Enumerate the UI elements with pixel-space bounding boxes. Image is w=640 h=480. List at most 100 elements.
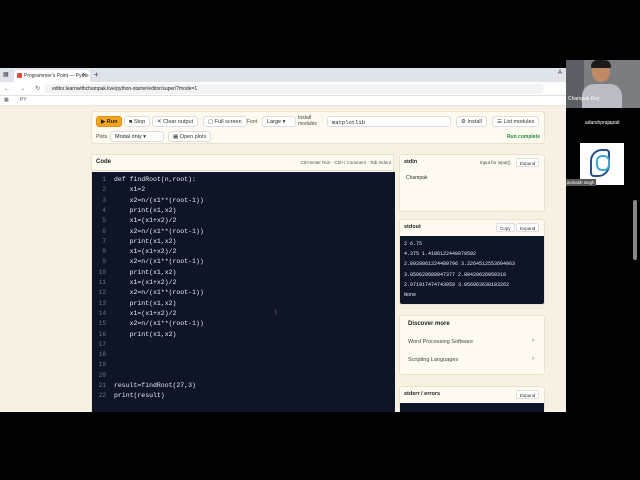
code-line[interactable]: x2=n/(x1**(root-1)) [114,320,204,327]
code-editor[interactable]: 1 def findRoot(n,root): 2 x1=2 3 x2=n/(x1**… [92,172,395,412]
close-icon[interactable]: ✕ [82,72,87,79]
discover-title: Discover more [408,321,450,327]
code-panel-header: Code Ctrl+Enter Run · Ctrl+/ Comment · T… [92,155,395,171]
stdout-line: 2.8928061224489796 3.2264512553604963 [404,261,516,268]
stderr-panel: stderr / errors Expand [399,386,545,412]
stdin-input[interactable]: Champak [402,171,542,201]
presenter-hair [591,60,611,68]
list-modules-button[interactable]: ☰ List modules [492,116,540,127]
stdout-output: 2 6.75 4.375 1.4106122448979592 2.89280612… [400,236,544,304]
line-number: 17 [98,340,106,348]
browser-window: ▦ Programmer's Point — Pytho ✕ + A ← → ↻… [0,68,566,412]
code-line[interactable]: print(x1,x2) [114,238,177,245]
font-label: Font [247,119,258,125]
url-input[interactable]: editor.learnwithchampak.live/python-star… [44,84,544,94]
line-number: 20 [98,371,106,379]
code-title: Code [96,159,111,165]
code-line[interactable]: x1=(x1+x2)/2 [114,217,177,224]
stdout-line: None [404,292,417,299]
stdout-line: 2.971917474743959 3.056963638183262 [404,281,510,288]
presenter-name: Champak Roy [568,96,600,102]
stdout-panel: stdout Copy Expand 2 6.75 4.375 1.4106122… [399,219,545,305]
tab-search-icon[interactable]: ▦ [3,71,9,78]
run-status: Run complete [506,134,540,140]
line-number: 11 [98,279,106,286]
code-line[interactable]: x2=n/(x1**(root-1)) [114,197,204,204]
discover-item-scripting[interactable]: Scripting Languages [408,357,458,363]
line-number: 7 [102,237,106,245]
line-number: 4 [102,206,106,214]
code-line[interactable]: print(x1,x2) [114,300,177,307]
scrollbar[interactable] [633,200,637,260]
bookmarks-bar: ▦ PY [0,96,566,106]
stdin-hint: Input for input() [480,160,511,165]
code-line[interactable]: print(x1,x2) [114,207,177,214]
discover-item-word-processing[interactable]: Word Processing Software [408,339,473,345]
tab-bar: ▦ Programmer's Point — Pytho ✕ + A [0,68,566,82]
run-button[interactable]: ▶ Run [96,116,123,127]
bookmark-folder[interactable]: PY [20,97,27,103]
stderr-expand-button[interactable]: Expand [516,390,540,399]
stdin-expand-button[interactable]: Expand [516,158,540,167]
stdout-title: stdout [404,224,421,230]
new-tab-button[interactable]: + [94,70,99,79]
browser-tab[interactable]: Programmer's Point — Pytho ✕ [14,70,90,82]
screen: ▦ Programmer's Point — Pytho ✕ + A ← → ↻… [0,0,640,480]
code-line[interactable]: x1=(x1+x2)/2 [114,279,177,286]
plots-select[interactable]: Modal only ▾ [110,131,164,142]
line-number: 22 [98,392,106,400]
line-number: 3 [102,196,106,204]
stdout-line: 3.059628688047377 2.88420626050318 [404,271,507,278]
full-screen-button[interactable]: ▢ Full screen [203,116,247,127]
stdin-title: stdin [404,159,418,165]
stdin-panel: stdin Input for input() Expand Champak [399,154,545,212]
code-line[interactable]: result=findRoot(27,3) [114,382,196,389]
line-number: 14 [98,309,106,317]
favicon-icon [17,73,22,78]
text-cursor: I [275,310,277,316]
line-number: 8 [102,248,106,256]
module-input[interactable]: matplotlib [327,116,451,127]
profile-icon[interactable]: A [558,70,562,76]
discover-panel: Discover more Word Processing Software ›… [399,315,545,375]
participant-name-2: avinash singh [566,179,596,186]
chevron-right-icon[interactable]: › [532,356,534,362]
code-line[interactable]: x1=(x1+x2)/2 [114,310,177,317]
stdout-expand-button[interactable]: Expand [516,223,540,232]
stdout-line: 4.375 1.4106122448979592 [404,251,477,258]
line-number: 5 [102,217,106,225]
clear-output-button[interactable]: ✕ Clear output [152,116,199,127]
code-line[interactable]: print(x1,x2) [114,269,177,276]
open-plots-button[interactable]: ▦ Open plots [168,131,212,142]
line-number: 19 [98,361,106,369]
code-line[interactable]: x2=n/(x1**(root-1)) [114,258,204,265]
code-panel: Code Ctrl+Enter Run · Ctrl+/ Comment · T… [91,154,395,412]
code-line[interactable]: x1=2 [114,186,146,193]
code-line[interactable]: def findRoot(n,root): [114,176,196,183]
stdout-line: 2 6.75 [404,241,423,247]
plots-label: Plots [96,134,108,140]
code-line[interactable]: x2=n/(x1**(root-1)) [114,289,204,296]
editor-toolbar: ▶ Run ■ Stop ✕ Clear output ▢ Full scree… [91,111,545,144]
line-number: 10 [98,268,106,276]
stop-button[interactable]: ■ Stop [124,116,151,127]
font-select[interactable]: Large ▾ [262,116,296,127]
tab-title: Programmer's Point — Pytho [24,73,89,79]
chevron-right-icon[interactable]: › [532,338,534,344]
line-number: 16 [98,330,106,338]
code-line[interactable]: x1=(x1+x2)/2 [114,248,177,255]
code-line[interactable]: print(result) [114,392,165,399]
line-number: 9 [102,258,106,266]
apps-icon[interactable]: ▦ [4,97,9,103]
code-line[interactable]: print(x1,x2) [114,331,177,338]
install-button[interactable]: ⚙ Install [456,116,487,127]
code-line[interactable]: x2=n/(x1**(root-1)) [114,228,204,235]
line-number: 6 [102,227,106,235]
participant-name-1: adarshprajapati [585,120,620,126]
line-number: 15 [98,320,106,328]
shortcut-hint: Ctrl+Enter Run · Ctrl+/ Comment · Tab In… [300,160,391,165]
line-number: 21 [98,382,106,389]
copy-button[interactable]: Copy [496,223,515,232]
line-number: 18 [98,351,106,359]
line-number: 12 [98,289,106,297]
